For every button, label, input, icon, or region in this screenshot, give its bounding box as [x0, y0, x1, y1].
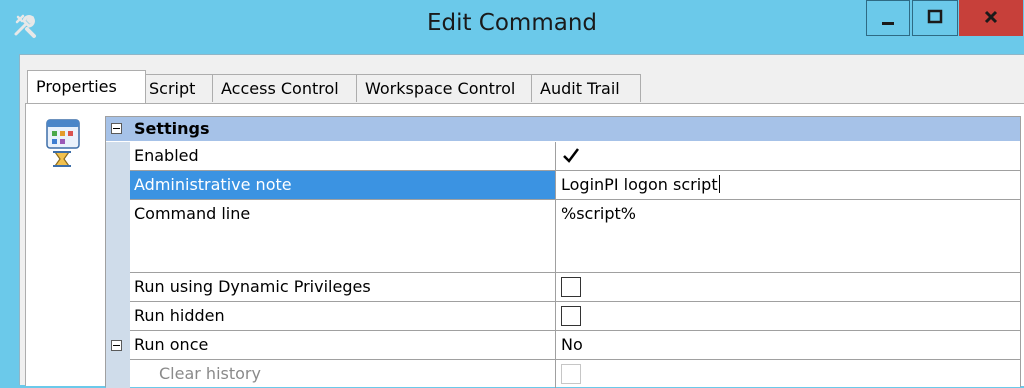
section-settings[interactable]: Settings [106, 117, 1020, 141]
checkmark-icon [563, 148, 579, 163]
property-value-run-hidden[interactable] [555, 302, 1020, 330]
tab-access-control-label: Access Control [221, 79, 339, 98]
edit-command-window: Edit Command Properties Script Access Co… [0, 0, 1024, 388]
property-name-run-once: Run once [134, 335, 209, 354]
maximize-icon [927, 9, 943, 24]
property-name-clear-history: Clear history [159, 364, 261, 383]
administrative-note-input[interactable]: LoginPI logon script [555, 171, 1020, 199]
maximize-button[interactable] [912, 0, 958, 36]
command-line-input[interactable]: %script% [555, 200, 1020, 272]
collapse-icon[interactable] [111, 340, 122, 351]
run-hidden-checkbox[interactable] [561, 306, 581, 326]
close-button[interactable] [959, 0, 1023, 36]
title-bar[interactable]: Edit Command [0, 0, 1024, 52]
tab-audit-trail-label: Audit Trail [540, 79, 620, 98]
property-name-administrative-note: Administrative note [130, 171, 555, 199]
administrative-note-value: LoginPI logon script [561, 175, 718, 194]
text-caret [718, 175, 720, 193]
run-once-value-field[interactable]: No [555, 331, 1020, 359]
property-grid: Settings Enabled Administrative note Log… [105, 116, 1021, 388]
property-name-run-hidden: Run hidden [134, 306, 225, 325]
tab-properties-label: Properties [36, 77, 117, 96]
section-settings-label: Settings [134, 119, 210, 138]
property-name-enabled: Enabled [134, 146, 199, 165]
property-value-run-using-dynamic-privileges[interactable] [555, 273, 1020, 301]
command-window-icon [45, 118, 81, 170]
property-value-enabled[interactable] [555, 142, 1020, 170]
collapse-icon[interactable] [111, 123, 122, 134]
property-row-run-hidden[interactable]: Run hidden [106, 302, 1020, 331]
tab-audit-trail[interactable]: Audit Trail [531, 74, 641, 102]
minimize-button[interactable] [866, 0, 910, 36]
property-row-administrative-note[interactable]: Administrative note LoginPI logon script [106, 171, 1020, 200]
property-value-clear-history [555, 360, 1020, 388]
command-line-value: %script% [561, 204, 636, 223]
tab-access-control[interactable]: Access Control [212, 74, 357, 102]
tab-script[interactable]: Script [140, 74, 213, 102]
property-name-command-line: Command line [134, 204, 251, 223]
property-row-run-once[interactable]: Run once No [106, 331, 1020, 360]
minimize-icon [882, 22, 894, 25]
tab-script-label: Script [149, 79, 196, 98]
property-row-clear-history[interactable]: Clear history [106, 360, 1020, 388]
dialog-client-area: Properties Script Access Control Workspa… [19, 54, 1024, 388]
run-using-dynamic-privileges-checkbox[interactable] [561, 277, 581, 297]
run-once-value: No [561, 335, 583, 354]
tab-workspace-control-label: Workspace Control [365, 79, 516, 98]
property-row-run-using-dynamic-privileges[interactable]: Run using Dynamic Privileges [106, 273, 1020, 302]
property-row-command-line[interactable]: Command line %script% [106, 200, 1020, 273]
close-icon [984, 10, 998, 24]
clear-history-checkbox [561, 364, 581, 384]
property-name-run-using-dynamic-privileges: Run using Dynamic Privileges [134, 277, 371, 296]
properties-panel: Settings Enabled Administrative note Log… [25, 103, 1024, 388]
enabled-checkbox[interactable] [561, 146, 581, 166]
tab-properties[interactable]: Properties [27, 70, 146, 103]
property-row-enabled[interactable]: Enabled [106, 142, 1020, 171]
tab-workspace-control[interactable]: Workspace Control [356, 74, 532, 102]
